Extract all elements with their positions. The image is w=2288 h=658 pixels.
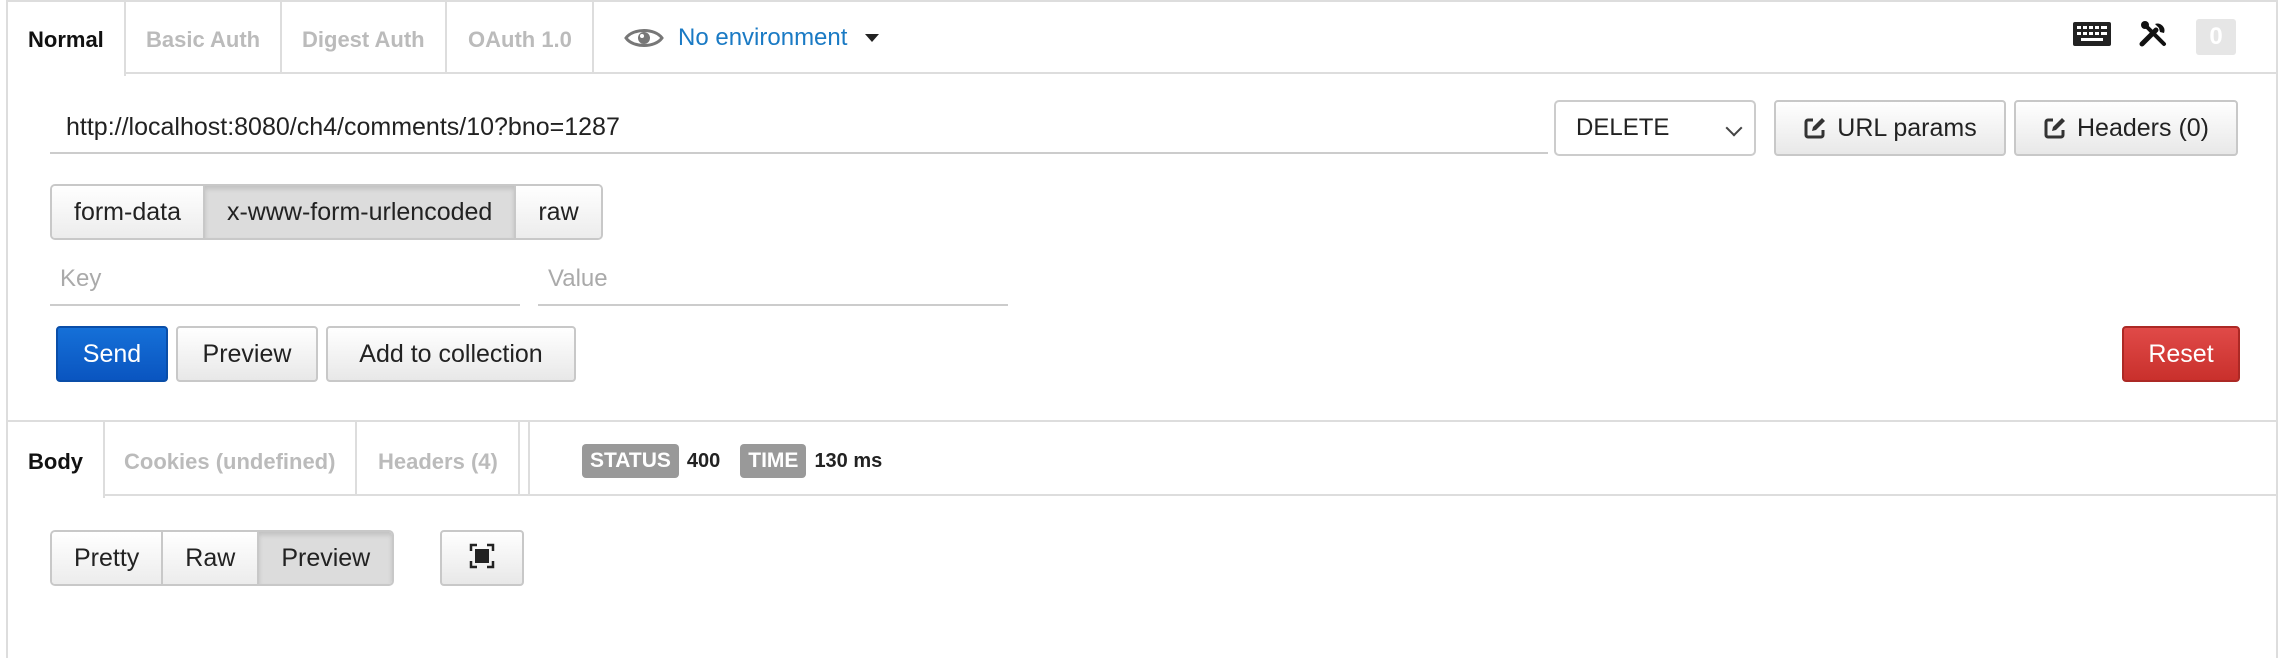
wrench-icon[interactable] <box>2138 18 2170 55</box>
view-mode-pretty[interactable]: Pretty <box>52 532 164 584</box>
method-selected-value: DELETE <box>1576 114 1670 141</box>
response-time: 130 ms <box>814 449 883 472</box>
edit-icon <box>2043 116 2067 140</box>
status-code: 400 <box>686 449 721 472</box>
body-type-group: form-data x-www-form-urlencoded raw <box>50 184 603 240</box>
tab-normal[interactable]: Normal <box>8 2 126 76</box>
environment-label: No environment <box>678 24 848 51</box>
method-select[interactable]: DELETE <box>1554 100 1756 156</box>
response-tab-bar: Body Cookies (undefined) Headers (4) STA… <box>8 420 2278 498</box>
history-count-badge[interactable]: 0 <box>2196 18 2236 55</box>
tab-basic-auth[interactable]: Basic Auth <box>126 2 283 74</box>
url-params-button[interactable]: URL params <box>1774 100 2006 156</box>
view-mode-raw[interactable]: Raw <box>163 532 260 584</box>
tab-oauth[interactable]: OAuth 1.0 <box>448 2 594 74</box>
tab-response-headers[interactable]: Headers (4) <box>358 422 520 496</box>
request-tab-bar: Normal Basic Auth Digest Auth OAuth 1.0 … <box>8 2 2278 76</box>
environment-selector[interactable]: No environment <box>624 2 880 74</box>
view-mode-group: Pretty Raw Preview <box>50 530 395 586</box>
preview-button[interactable]: Preview <box>176 326 318 382</box>
key-input[interactable] <box>50 254 520 306</box>
time-badge: TIME <box>740 444 807 478</box>
body-type-urlencoded[interactable]: x-www-form-urlencoded <box>204 186 517 238</box>
send-button[interactable]: Send <box>56 326 168 382</box>
url-params-label: URL params <box>1837 113 1977 142</box>
tab-cookies[interactable]: Cookies (undefined) <box>104 422 358 496</box>
chevron-down-icon <box>1725 119 1743 137</box>
fullscreen-button[interactable] <box>440 530 524 586</box>
body-type-raw[interactable]: raw <box>516 186 601 238</box>
headers-label: Headers (0) <box>2077 113 2209 142</box>
headers-button[interactable]: Headers (0) <box>2014 100 2238 156</box>
add-to-collection-button[interactable]: Add to collection <box>326 326 576 382</box>
keyboard-icon[interactable] <box>2072 20 2112 53</box>
caret-down-icon <box>865 34 880 42</box>
request-builder-frame: Normal Basic Auth Digest Auth OAuth 1.0 … <box>6 0 2278 658</box>
value-input[interactable] <box>538 254 1008 306</box>
eye-icon <box>624 26 664 50</box>
tab-digest-auth[interactable]: Digest Auth <box>282 2 447 74</box>
url-input[interactable] <box>50 102 1548 154</box>
edit-icon <box>1803 116 1827 140</box>
status-badge: STATUS <box>582 444 679 478</box>
view-mode-preview[interactable]: Preview <box>259 532 393 584</box>
body-type-form-data[interactable]: form-data <box>52 186 205 238</box>
reset-button[interactable]: Reset <box>2122 326 2240 382</box>
tab-divider <box>522 422 530 496</box>
response-meta: STATUS 400 TIME 130 ms <box>582 444 882 478</box>
tab-body[interactable]: Body <box>8 422 105 498</box>
fullscreen-icon <box>469 543 495 574</box>
